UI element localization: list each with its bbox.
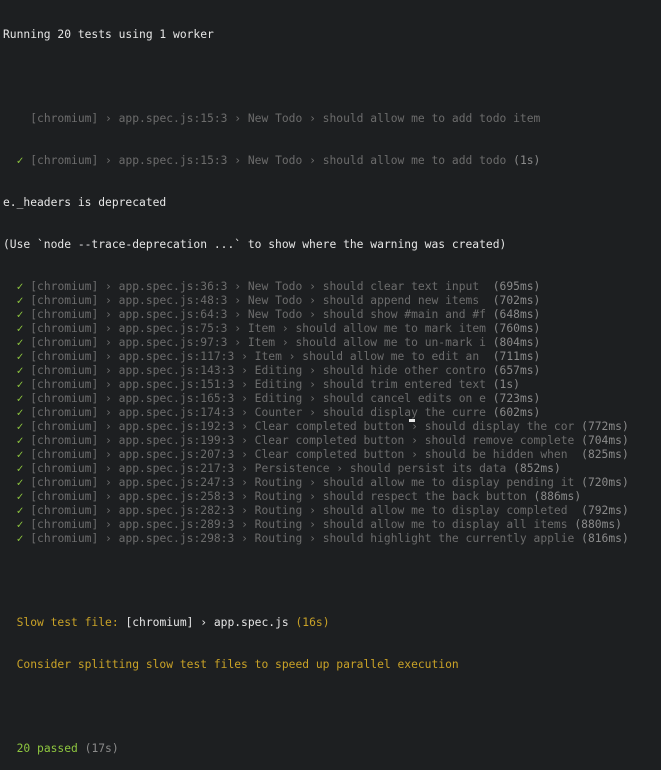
- check-icon: ✓: [16, 336, 24, 349]
- test-duration: (702ms): [492, 294, 541, 307]
- test-title: [chromium] › app.spec.js:117:3 › Item › …: [30, 350, 486, 363]
- test-duration: (723ms): [492, 392, 541, 405]
- test-result-line: ✓ [chromium] › app.spec.js:289:3 › Routi…: [3, 518, 661, 532]
- test-title: [chromium] › app.spec.js:36:3 › New Todo…: [30, 280, 486, 293]
- test-duration: (648ms): [492, 308, 541, 321]
- check-icon: ✓: [16, 448, 24, 461]
- check-icon: ✓: [16, 406, 24, 419]
- test-result-line: ✓ [chromium] › app.spec.js:217:3 › Persi…: [3, 462, 661, 476]
- test-result-line: ✓ [chromium] › app.spec.js:143:3 › Editi…: [3, 364, 661, 378]
- test-title: [chromium] › app.spec.js:48:3 › New Todo…: [30, 294, 486, 307]
- test-result-line: ✓ [chromium] › app.spec.js:192:3 › Clear…: [3, 420, 661, 434]
- test-result-line: ✓ [chromium] › app.spec.js:199:3 › Clear…: [3, 434, 661, 448]
- check-icon: ✓: [16, 294, 24, 307]
- test-duration: (602ms): [492, 406, 541, 419]
- test-result-line: ✓ [chromium] › app.spec.js:117:3 › Item …: [3, 350, 661, 364]
- test-duration: (852ms): [513, 462, 561, 475]
- slow-file-name: [chromium] › app.spec.js: [125, 616, 289, 629]
- warning-line: (Use `node --trace-deprecation ...` to s…: [3, 238, 661, 252]
- test-duration: (1s): [513, 154, 541, 167]
- test-duration: (695ms): [492, 280, 541, 293]
- test-duration: (792ms): [581, 504, 629, 517]
- check-icon: ✓: [16, 280, 24, 293]
- test-title: [chromium] › app.spec.js:217:3 › Persist…: [30, 462, 507, 475]
- test-result-line: ✓ [chromium] › app.spec.js:36:3 › New To…: [3, 280, 661, 294]
- check-icon: ✓: [16, 434, 24, 447]
- test-result-line: ✓ [chromium] › app.spec.js:151:3 › Editi…: [3, 378, 661, 392]
- check-icon: ✓: [16, 532, 24, 545]
- test-results-list: ✓ [chromium] › app.spec.js:36:3 › New To…: [3, 280, 661, 546]
- test-result-line: ✓ [chromium] › app.spec.js:247:3 › Routi…: [3, 476, 661, 490]
- terminal-output[interactable]: Running 20 tests using 1 worker [chromiu…: [3, 0, 661, 755]
- test-duration: (886ms): [533, 490, 582, 503]
- test-title: [chromium] › app.spec.js:298:3 › Routing…: [30, 532, 575, 545]
- test-result-line: ✓ [chromium] › app.spec.js:207:3 › Clear…: [3, 448, 661, 462]
- check-icon: ✓: [16, 504, 24, 517]
- test-duration: (760ms): [492, 322, 541, 335]
- test-result-line: ✓ [chromium] › app.spec.js:282:3 › Routi…: [3, 504, 661, 518]
- test-title: [chromium] › app.spec.js:282:3 › Routing…: [30, 504, 575, 517]
- test-title: [chromium] › app.spec.js:247:3 › Routing…: [30, 476, 575, 489]
- passed-count: 20 passed: [16, 742, 78, 755]
- test-title: [chromium] › app.spec.js:258:3 › Routing…: [30, 490, 527, 503]
- check-icon: ✓: [16, 490, 24, 503]
- check-icon: ✓: [16, 378, 24, 391]
- run-header: Running 20 tests using 1 worker: [3, 28, 661, 42]
- test-title: [chromium] › app.spec.js:289:3 › Routing…: [30, 518, 568, 531]
- test-result-line: ✓ [chromium] › app.spec.js:258:3 › Routi…: [3, 490, 661, 504]
- test-title: [chromium] › app.spec.js:15:3 › New Todo…: [30, 154, 507, 167]
- test-result-line: ✓ [chromium] › app.spec.js:48:3 › New To…: [3, 294, 661, 308]
- test-title: [chromium] › app.spec.js:64:3 › New Todo…: [30, 308, 486, 321]
- test-result-line: ✓ [chromium] › app.spec.js:15:3 › New To…: [3, 154, 661, 168]
- test-duration: (880ms): [574, 518, 622, 531]
- run-header-text: Running 20 tests using 1 worker: [3, 28, 214, 41]
- test-title: [chromium] › app.spec.js:75:3 › Item › s…: [30, 322, 486, 335]
- test-title: [chromium] › app.spec.js:97:3 › Item › s…: [30, 336, 486, 349]
- test-title: [chromium] › app.spec.js:199:3 › Clear c…: [30, 434, 575, 447]
- test-result-line: ✓ [chromium] › app.spec.js:298:3 › Routi…: [3, 532, 661, 546]
- summary-line: 20 passed (17s): [3, 742, 661, 756]
- check-icon: ✓: [16, 350, 24, 363]
- slow-file-line: Slow test file: [chromium] › app.spec.js…: [3, 616, 661, 630]
- test-title: [chromium] › app.spec.js:143:3 › Editing…: [30, 364, 486, 377]
- test-title: [chromium] › app.spec.js:207:3 › Clear c…: [30, 448, 575, 461]
- check-icon: ✓: [16, 518, 24, 531]
- test-duration: (704ms): [581, 434, 629, 447]
- check-icon: ✓: [16, 322, 24, 335]
- total-duration: (17s): [84, 742, 119, 755]
- warning-text: e._headers is deprecated: [3, 196, 167, 209]
- test-result-line: ✓ [chromium] › app.spec.js:75:3 › Item ›…: [3, 322, 661, 336]
- check-icon: ✓: [16, 308, 24, 321]
- test-duration: (816ms): [581, 532, 629, 545]
- test-title: [chromium] › app.spec.js:151:3 › Editing…: [30, 378, 486, 391]
- test-title: [chromium] › app.spec.js:165:3 › Editing…: [30, 392, 486, 405]
- warning-line: e._headers is deprecated: [3, 196, 661, 210]
- check-icon: ✓: [16, 392, 24, 405]
- slow-file-duration: (16s): [295, 616, 330, 629]
- pending-test-text: [chromium] › app.spec.js:15:3 › New Todo…: [30, 112, 541, 125]
- test-result-line: ✓ [chromium] › app.spec.js:64:3 › New To…: [3, 308, 661, 322]
- test-duration: (1s): [492, 378, 520, 391]
- check-icon: ✓: [16, 154, 24, 167]
- advice-line: Consider splitting slow test files to sp…: [3, 658, 661, 672]
- check-icon: ✓: [16, 476, 24, 489]
- test-duration: (720ms): [581, 476, 629, 489]
- check-icon: ✓: [16, 462, 24, 475]
- test-result-line: ✓ [chromium] › app.spec.js:165:3 › Editi…: [3, 392, 661, 406]
- pending-test-line: [chromium] › app.spec.js:15:3 › New Todo…: [3, 112, 661, 126]
- advice-text: Consider splitting slow test files to sp…: [16, 658, 459, 671]
- test-result-line: ✓ [chromium] › app.spec.js:174:3 › Count…: [3, 406, 661, 420]
- test-title: [chromium] › app.spec.js:174:3 › Counter…: [30, 406, 486, 419]
- test-duration: (804ms): [492, 336, 541, 349]
- warning-text: (Use `node --trace-deprecation ...` to s…: [3, 238, 507, 251]
- test-duration: (711ms): [492, 350, 541, 363]
- check-icon: ✓: [16, 364, 24, 377]
- slow-file-label: Slow test file:: [16, 616, 126, 629]
- test-duration: (657ms): [492, 364, 541, 377]
- test-result-line: ✓ [chromium] › app.spec.js:97:3 › Item ›…: [3, 336, 661, 350]
- test-duration: (825ms): [581, 448, 629, 461]
